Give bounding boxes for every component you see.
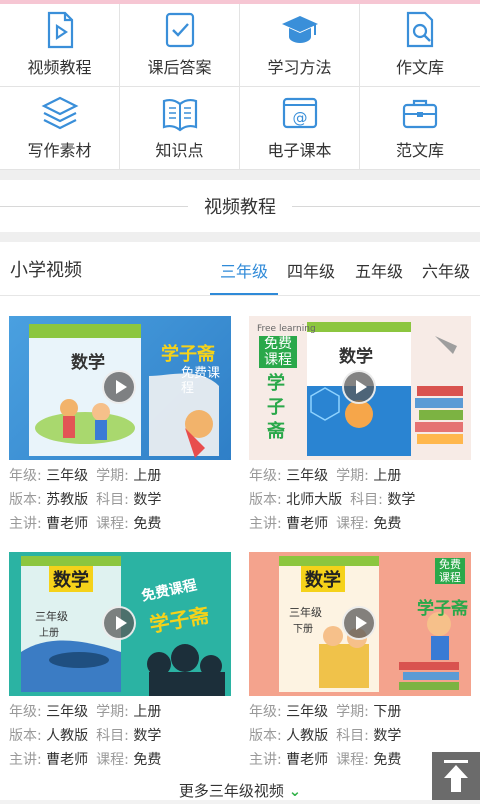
nav-item-writing-material[interactable]: 写作素材: [0, 87, 120, 170]
promo-title: 学子斋: [161, 344, 215, 365]
more-videos-label: 更多三年级视频: [178, 782, 284, 800]
open-book-icon: [162, 98, 197, 132]
term-value: 上册: [133, 704, 162, 720]
section-title: 视频教程: [204, 197, 276, 218]
teacher-value: 曹老师: [46, 516, 89, 532]
teacher-value: 曹老师: [286, 752, 329, 768]
grade-value: 三年级: [46, 704, 89, 720]
promo-subtitle: 免费课程: [259, 336, 297, 368]
nav-item-e-textbook[interactable]: @ 电子课本: [240, 87, 360, 170]
nav-item-study-methods[interactable]: 学习方法: [240, 4, 360, 87]
term-value: 上册: [133, 468, 162, 484]
section-header: 视频教程: [0, 180, 480, 232]
subject-value: 数学: [133, 728, 162, 744]
book-grade: 三年级: [289, 606, 322, 619]
nav-item-video-tutorial[interactable]: 视频教程: [0, 4, 120, 87]
nav-item-label: 范文库: [395, 141, 444, 160]
section-spacer: [0, 170, 480, 180]
video-meta: 年级: 三年级 学期: 上册 版本: 人教版 科目: 数学 主讲: 曹老师 课程: 免…: [9, 704, 162, 768]
category-heading: 小学视频: [10, 260, 82, 281]
teacher-value: 曹老师: [286, 516, 329, 532]
book-title: 数学: [49, 566, 93, 592]
subject-value: 数学: [133, 492, 162, 508]
subject-value: 数学: [387, 492, 416, 508]
nav-item-knowledge-points[interactable]: 知识点: [120, 87, 240, 170]
video-card[interactable]: 数学 学子斋 免费课程 年级: 三年级 学期: 上册 版本: 苏教版 科目: 数学 …: [9, 316, 231, 536]
briefcase-icon: [402, 99, 438, 129]
book-term: 下册: [293, 624, 313, 635]
book-title: 数学: [301, 566, 345, 592]
video-card[interactable]: 数学 三年级 下册 免费课程 学子斋 年级: 三年级 学期: 下册 版本: 人教版…: [249, 552, 471, 772]
book-term: 上册: [39, 628, 59, 639]
video-meta: 年级: 三年级 学期: 上册 版本: 北师大版 科目: 数学 主讲: 曹老师 课程: …: [249, 468, 416, 532]
edition-value: 人教版: [46, 728, 89, 744]
doc-search-icon: [406, 11, 434, 48]
grade-tab-bar: 小学视频 三年级 四年级 五年级 六年级: [0, 242, 480, 296]
video-card[interactable]: Free learning 免费课程 学子斋 数学 年级: 三年级 学期: 上册 …: [249, 316, 471, 536]
more-videos-link[interactable]: 更多三年级视频 ⌄: [0, 780, 480, 801]
nav-item-answers[interactable]: 课后答案: [120, 4, 240, 87]
promo-title: 学子斋: [417, 599, 468, 619]
nav-item-label: 学习方法: [267, 58, 332, 77]
back-to-top-button[interactable]: [432, 752, 480, 800]
nav-item-label: 写作素材: [27, 141, 92, 160]
book-grade: 三年级: [35, 610, 68, 623]
grade-value: 三年级: [286, 704, 329, 720]
term-value: 上册: [373, 468, 402, 484]
chevron-down-icon: ⌄: [288, 782, 302, 800]
edition-value: 苏教版: [46, 492, 89, 508]
tab-grade-6[interactable]: 六年级: [422, 258, 470, 282]
grade-value: 三年级: [286, 468, 329, 484]
checked-doc-icon: [165, 12, 194, 48]
nav-item-model-essays[interactable]: 范文库: [360, 87, 480, 170]
nav-item-label: 知识点: [155, 141, 204, 160]
nav-item-label: 课后答案: [147, 58, 212, 77]
nav-item-essay-library[interactable]: 作文库: [360, 4, 480, 87]
video-thumbnail[interactable]: 数学 三年级 下册 免费课程 学子斋: [249, 552, 471, 696]
feature-nav-grid: 视频教程 课后答案 学习方法 作文库 写作素材 知识点 @ 电子课本 范文库: [0, 4, 480, 170]
arrow-up-icon: [444, 760, 468, 792]
play-icon[interactable]: [102, 370, 136, 404]
promo-title: 学子斋: [267, 373, 285, 442]
at-window-icon: @: [282, 97, 317, 129]
book-title: 数学: [71, 353, 105, 373]
promo-subtitle: 免费课程: [435, 558, 465, 584]
svg-text:@: @: [292, 109, 307, 127]
tab-grade-4[interactable]: 四年级: [287, 258, 335, 282]
video-list: 数学 学子斋 免费课程 年级: 三年级 学期: 上册 版本: 苏教版 科目: 数学 …: [0, 296, 480, 800]
video-doc-icon: [47, 11, 73, 49]
nav-item-label: 电子课本: [267, 141, 332, 160]
section-spacer: [0, 232, 480, 242]
subject-value: 数学: [373, 728, 402, 744]
course-value: 免费: [373, 516, 402, 532]
teacher-value: 曹老师: [46, 752, 89, 768]
play-icon[interactable]: [102, 606, 136, 640]
graduation-cap-icon: [281, 16, 318, 43]
video-meta: 年级: 三年级 学期: 上册 版本: 苏教版 科目: 数学 主讲: 曹老师 课程: 免…: [9, 468, 162, 532]
edition-value: 人教版: [286, 728, 329, 744]
promo-subtitle: 免费课程: [181, 366, 221, 396]
layers-icon: [41, 96, 78, 130]
course-value: 免费: [133, 516, 162, 532]
video-thumbnail[interactable]: Free learning 免费课程 学子斋 数学: [249, 316, 471, 460]
tab-grade-5[interactable]: 五年级: [355, 258, 403, 282]
video-thumbnail[interactable]: 数学 三年级 上册 免费课程 学子斋: [9, 552, 231, 696]
divider-line: [292, 206, 480, 207]
tab-grade-3[interactable]: 三年级: [220, 258, 268, 282]
term-value: 下册: [373, 704, 402, 720]
play-icon[interactable]: [342, 606, 376, 640]
video-card[interactable]: 数学 三年级 上册 免费课程 学子斋 年级: 三年级 学期: 上册 版本: 人教版…: [9, 552, 231, 772]
nav-item-label: 视频教程: [27, 58, 92, 77]
book-title: 数学: [339, 347, 373, 367]
course-value: 免费: [133, 752, 162, 768]
edition-value: 北师大版: [286, 492, 343, 508]
promo-english: Free learning: [257, 324, 316, 334]
divider-line: [0, 206, 188, 207]
nav-item-label: 作文库: [395, 58, 444, 77]
course-value: 免费: [373, 752, 402, 768]
play-icon[interactable]: [342, 370, 376, 404]
grade-value: 三年级: [46, 468, 89, 484]
video-thumbnail[interactable]: 数学 学子斋 免费课程: [9, 316, 231, 460]
